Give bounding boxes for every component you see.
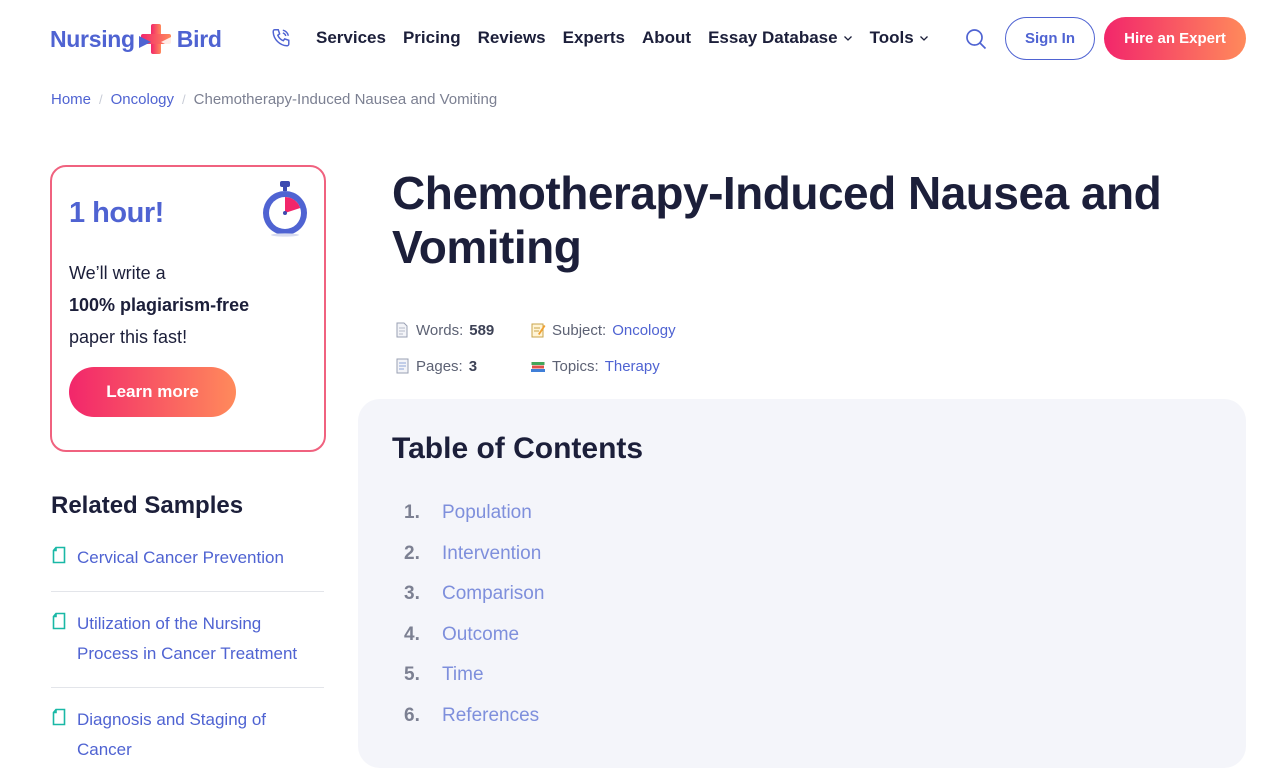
breadcrumb-separator: / (182, 92, 186, 107)
promo-text: We’ll write a 100% plagiarism-free paper… (69, 263, 250, 347)
meta-topics: Topics: Therapy (530, 358, 730, 375)
site-logo[interactable]: Nursing Bird (50, 22, 222, 56)
logo-text-right: Bird (176, 25, 222, 52)
search-icon[interactable] (964, 27, 988, 51)
breadcrumb-home[interactable]: Home (51, 91, 91, 108)
toc-item: 2. Intervention (404, 542, 542, 565)
stopwatch-icon (263, 181, 307, 237)
toc-link-population[interactable]: Population (442, 502, 532, 524)
memo-icon (531, 323, 546, 338)
related-link[interactable]: Cervical Cancer Prevention (77, 543, 284, 573)
toc-link-outcome[interactable]: Outcome (442, 624, 519, 646)
breadcrumb-separator: / (99, 92, 103, 107)
toc-link-comparison[interactable]: Comparison (442, 583, 544, 605)
toc-item: 4. Outcome (404, 623, 520, 646)
nav-experts[interactable]: Experts (563, 28, 625, 48)
nav-essay-database[interactable]: Essay Database (708, 28, 852, 48)
main-nav: Services Pricing Reviews Experts About E… (316, 28, 946, 48)
promo-card: 1 hour! We’ll write a 100% plagiarism-fr… (50, 165, 326, 452)
toc-link-references[interactable]: References (442, 705, 539, 727)
list-item: Utilization of the Nursing Process in Ca… (51, 604, 324, 688)
nav-tools[interactable]: Tools (870, 28, 929, 48)
nav-pricing[interactable]: Pricing (403, 28, 461, 48)
toc-link-time[interactable]: Time (442, 664, 484, 686)
promo-title: 1 hour! (69, 197, 164, 229)
breadcrumb: Home / Oncology / Chemotherapy-Induced N… (51, 91, 497, 108)
sign-in-button[interactable]: Sign In (1005, 17, 1095, 60)
chevron-down-icon (919, 36, 928, 41)
hire-expert-button[interactable]: Hire an Expert (1104, 17, 1246, 60)
nav-about[interactable]: About (642, 28, 691, 48)
bird-logo-icon (138, 24, 173, 54)
document-icon (52, 612, 66, 630)
page-title: Chemotherapy-Induced Nausea and Vomiting (392, 167, 1162, 273)
breadcrumb-category[interactable]: Oncology (111, 91, 174, 108)
nav-reviews[interactable]: Reviews (478, 28, 546, 48)
document-icon (52, 708, 66, 726)
toc-item: 6. References (404, 704, 540, 727)
subject-link[interactable]: Oncology (612, 322, 675, 339)
chevron-down-icon (843, 36, 852, 41)
article-meta: Words: 589 Subject: Oncology Pages: 3 To… (394, 312, 730, 384)
site-header: Nursing Bird Services Pricing Reviews Ex… (0, 0, 1280, 78)
toc-link-intervention[interactable]: Intervention (442, 543, 541, 565)
meta-words: Words: 589 (394, 322, 530, 339)
toc-title: Table of Contents (392, 432, 644, 465)
breadcrumb-current: Chemotherapy-Induced Nausea and Vomiting (193, 91, 498, 108)
related-samples-title: Related Samples (51, 492, 244, 519)
list-item: Cervical Cancer Prevention (51, 538, 324, 592)
logo-text-left: Nursing (50, 25, 135, 52)
meta-subject: Subject: Oncology (530, 322, 730, 339)
toc-list: 1. Population 2. Intervention 3. Comparison… (404, 493, 544, 736)
phone-icon[interactable] (270, 27, 292, 49)
table-of-contents: Table of Contents 1. Population 2. Interve… (358, 399, 1246, 768)
books-icon (531, 362, 545, 372)
related-link[interactable]: Utilization of the Nursing Process in Ca… (77, 609, 324, 669)
document-icon (52, 546, 66, 564)
learn-more-button[interactable]: Learn more (69, 367, 236, 417)
toc-item: 1. Population (404, 502, 532, 524)
topics-link[interactable]: Therapy (605, 358, 660, 375)
list-item: Diagnosis and Staging of Cancer (51, 700, 324, 768)
related-samples-list: Cervical Cancer Prevention Utilization o… (51, 538, 324, 768)
toc-item: 5. Time (404, 664, 484, 686)
related-link[interactable]: Diagnosis and Staging of Cancer (77, 705, 324, 765)
toc-item: 3. Comparison (404, 583, 545, 605)
meta-pages: Pages: 3 (394, 358, 530, 375)
page-icon (396, 322, 408, 338)
nav-services[interactable]: Services (316, 28, 386, 48)
pages-icon (396, 358, 409, 374)
